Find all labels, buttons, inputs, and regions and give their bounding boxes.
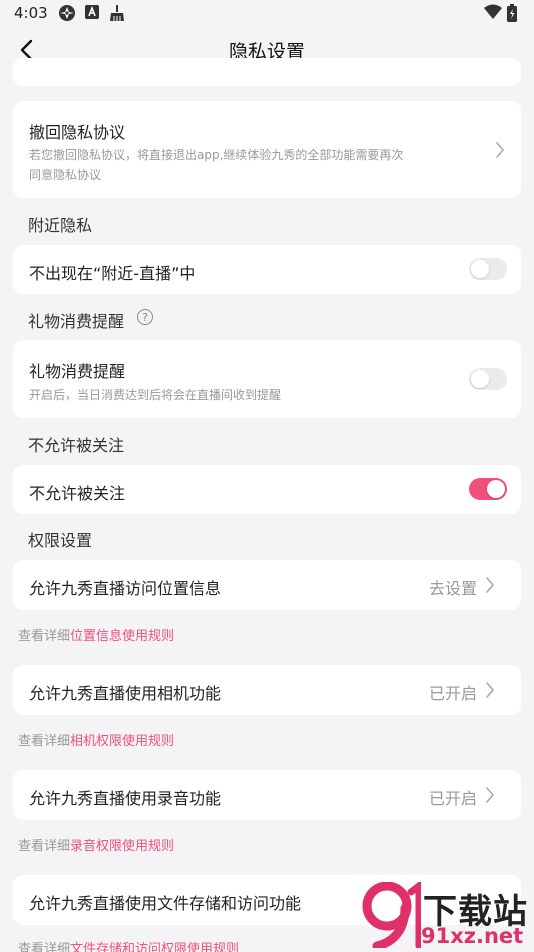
status-time: 4:03 [14,4,48,22]
disallow-follow-title: 不允许被关注 [29,484,126,503]
revoke-privacy-desc-line1: 若您撤回隐私协议，将直接退出app,继续体验九秀的全部功能需要再次 [29,148,404,162]
permission-microphone-value: 已开启 [429,789,478,808]
permission-camera-value: 已开启 [429,684,478,703]
gift-reminder-desc: 开启后，当日消费达到后将会在直播间收到提醒 [29,388,282,402]
toggle-knob [471,370,489,388]
previous-card [13,58,521,86]
camera-rule-text[interactable]: 相机权限使用规则 [70,734,174,749]
chevron-right-icon [483,576,497,594]
camera-rule-link[interactable]: 查看详细相机权限使用规则 [18,730,174,749]
watermark-url: 91xz.net [421,924,524,948]
chevron-right-icon [483,681,497,699]
chevron-right-icon [483,786,497,804]
rule-prefix: 查看详细 [18,942,71,952]
broom-icon [108,4,126,22]
permission-camera-title: 允许九秀直播使用相机功能 [29,684,222,703]
section-disallow-follow: 不允许被关注 [28,436,125,455]
storage-rule-text[interactable]: 文件存储和访问权限使用规则 [70,942,239,952]
revoke-privacy-desc-line2: 同意隐私协议 [29,168,102,182]
storage-rule-link[interactable]: 查看详细文件存储和访问权限使用规则 [18,938,239,952]
permission-row-camera[interactable]: 允许九秀直播使用相机功能 已开启 [13,665,521,715]
permission-row-microphone[interactable]: 允许九秀直播使用录音功能 已开启 [13,770,521,820]
permission-location-title: 允许九秀直播访问位置信息 [29,579,222,598]
disallow-follow-toggle[interactable] [469,478,507,500]
permission-storage-title: 允许九秀直播使用文件存储和访问功能 [29,894,302,913]
microphone-rule-text[interactable]: 录音权限使用规则 [70,839,174,854]
rule-prefix: 查看详细 [18,629,71,644]
revoke-privacy-row[interactable]: 撤回隐私协议 若您撤回隐私协议，将直接退出app,继续体验九秀的全部功能需要再次… [13,101,521,198]
wifi-icon [484,4,502,20]
gift-reminder-row: 礼物消费提醒 开启后，当日消费达到后将会在直播间收到提醒 [13,340,521,418]
nearby-live-row: 不出现在“附近-直播”中 [13,245,521,294]
rule-prefix: 查看详细 [18,839,71,854]
gift-reminder-toggle[interactable] [469,368,507,390]
font-icon [84,4,100,20]
battery-icon [507,4,517,22]
toggle-knob [471,260,489,278]
nearby-live-toggle[interactable] [469,258,507,280]
watermark-logo [362,882,421,948]
toggle-knob [487,480,505,498]
permission-row-location[interactable]: 允许九秀直播访问位置信息 去设置 [13,560,521,610]
location-rule-text[interactable]: 位置信息使用规则 [70,629,174,644]
fan-icon [58,4,76,22]
help-icon[interactable]: ? [137,309,153,325]
section-permissions: 权限设置 [28,531,93,550]
chevron-right-icon [493,141,507,159]
microphone-rule-link[interactable]: 查看详细录音权限使用规则 [18,835,174,854]
permission-microphone-title: 允许九秀直播使用录音功能 [29,789,222,808]
revoke-privacy-title: 撤回隐私协议 [29,123,126,142]
section-gift-reminder: 礼物消费提醒 [28,312,125,331]
gift-reminder-title: 礼物消费提醒 [29,362,126,381]
watermark: 下载站 91xz.net [359,874,534,952]
permission-location-value: 去设置 [429,579,478,598]
nearby-live-title: 不出现在“附近-直播”中 [29,264,196,283]
rule-prefix: 查看详细 [18,734,71,749]
disallow-follow-row: 不允许被关注 [13,465,521,514]
section-nearby-privacy: 附近隐私 [28,216,93,235]
status-bar: 4:03 [0,0,534,28]
location-rule-link[interactable]: 查看详细位置信息使用规则 [18,625,174,644]
